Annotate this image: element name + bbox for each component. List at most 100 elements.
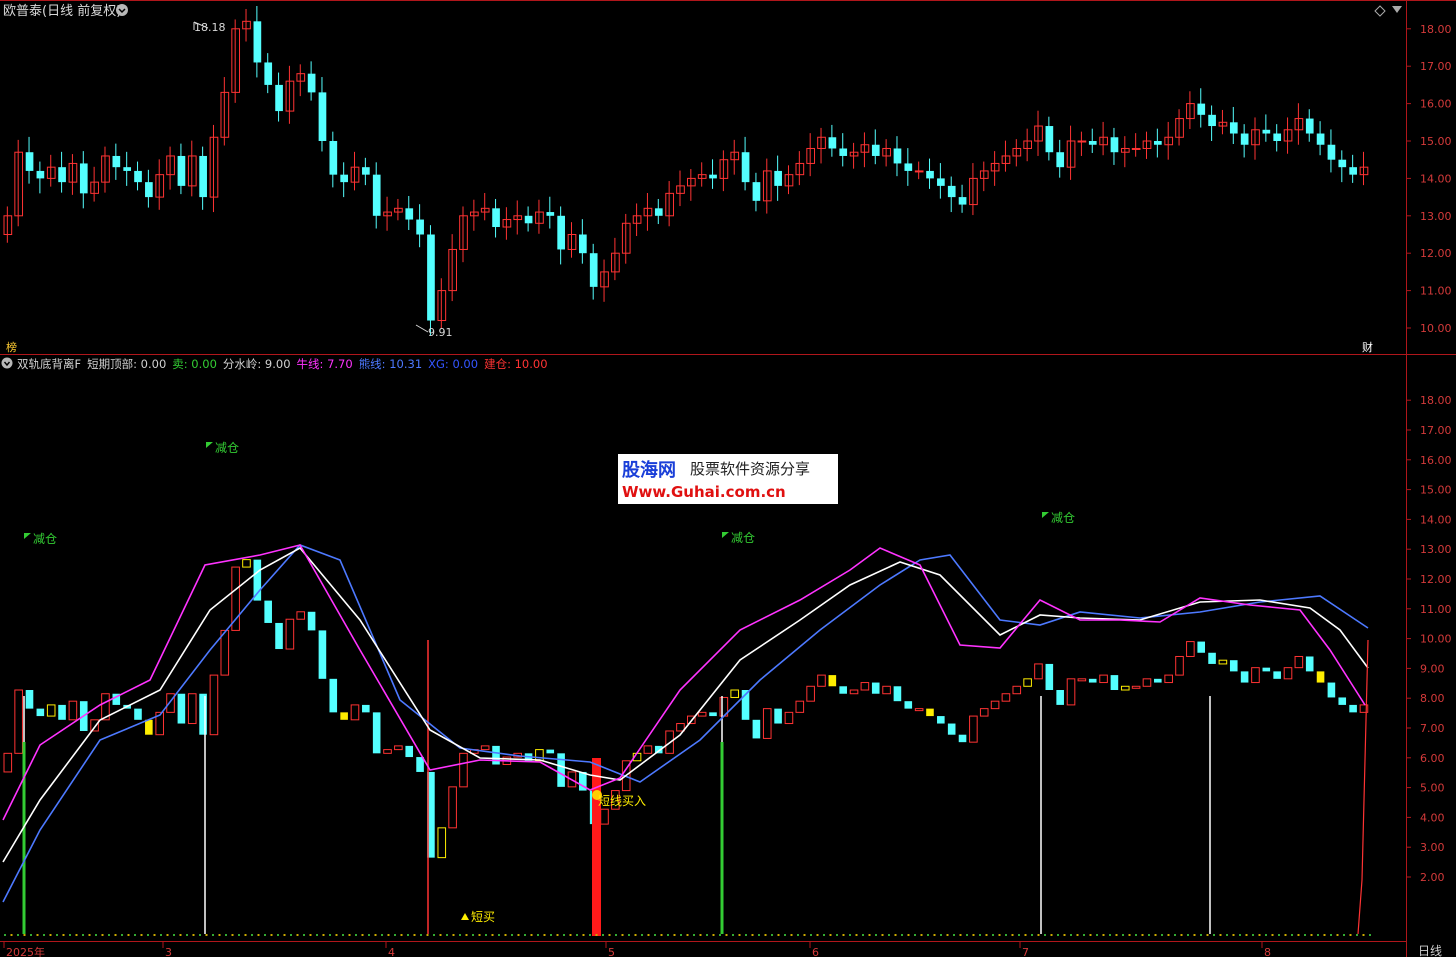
indicator-bar	[1349, 704, 1357, 713]
baseline-dot	[647, 934, 650, 936]
indicator-bar	[492, 745, 500, 765]
indicator-bar	[1001, 693, 1011, 702]
baseline-dot	[920, 934, 923, 936]
baseline-dot	[433, 934, 435, 936]
baseline-dot	[686, 934, 689, 936]
baseline-dot	[1083, 934, 1085, 936]
indicator-bar	[1077, 678, 1087, 682]
triangle-down-icon[interactable]	[1392, 6, 1402, 13]
indicator-bar	[752, 719, 761, 739]
baseline-dot	[238, 934, 240, 936]
indicator-bar	[926, 708, 934, 717]
baseline-dot	[1271, 934, 1274, 936]
candle-body	[589, 253, 598, 287]
baseline-dot	[374, 934, 377, 936]
baseline-dot	[335, 934, 338, 936]
axis-label: 10.00	[1420, 633, 1452, 646]
candle-body	[58, 167, 66, 183]
candle-body	[1273, 133, 1282, 141]
baseline-dot	[368, 934, 370, 936]
indicator-bar	[1338, 697, 1347, 705]
baseline-dot	[654, 934, 656, 936]
baseline-dot	[868, 934, 871, 936]
baseline-dot	[907, 934, 910, 936]
baseline-dot	[1135, 934, 1137, 936]
candle-body	[828, 137, 837, 149]
candle-body	[1316, 133, 1325, 145]
axis-label: 12.00	[1420, 247, 1452, 260]
baseline-dot	[738, 934, 741, 936]
indicator-dropdown-icon[interactable]	[1, 357, 13, 369]
indicator-bar	[448, 786, 457, 829]
candle-body	[1012, 147, 1022, 157]
baseline-dot	[1219, 934, 1222, 936]
baseline-dot	[264, 934, 266, 936]
baseline-dot	[621, 934, 624, 936]
baseline-dot	[608, 934, 611, 936]
axis-label: 11.00	[1420, 603, 1452, 616]
baseline-dot	[901, 934, 903, 936]
indicator-bar	[1294, 655, 1304, 669]
candle-body	[405, 208, 414, 220]
axis-label: 12.00	[1420, 573, 1452, 586]
period-label[interactable]: 日线	[1418, 944, 1442, 957]
mid-line	[2, 546, 1369, 863]
axis-label: 3.00	[1420, 841, 1445, 854]
baseline-dot	[309, 934, 312, 936]
signal-reduce: 减仓	[215, 441, 239, 455]
baseline-dot	[530, 934, 533, 936]
baseline-dot	[667, 934, 669, 936]
baseline-dot	[257, 934, 260, 936]
baseline-dot	[881, 934, 884, 936]
baseline-dot	[1284, 934, 1287, 936]
candle-body	[502, 219, 512, 228]
baseline-dot	[387, 934, 390, 936]
candle-body	[774, 170, 782, 186]
candle-body	[1197, 103, 1206, 115]
diamond-icon[interactable]	[1374, 5, 1386, 17]
baseline-dot	[101, 934, 104, 936]
finance-tag[interactable]: 财	[1362, 340, 1373, 354]
baseline-dot	[1343, 934, 1345, 936]
baseline-dot	[316, 934, 318, 936]
baseline-dot	[166, 934, 169, 936]
baseline-dot	[381, 934, 383, 936]
chart-canvas[interactable]: 欧普泰(日线 前复权) 18.00 17.00 16.00 15.00 14.00 13.…	[0, 0, 1456, 957]
baseline-dot	[777, 934, 780, 936]
axis-label: 18.00	[1420, 23, 1452, 36]
baseline-dot	[1011, 934, 1014, 936]
indicator-bar	[1283, 667, 1293, 680]
baseline-dot	[173, 934, 175, 936]
baseline-dot	[998, 934, 1001, 936]
indicator-bar	[1066, 678, 1076, 706]
baseline-dot	[816, 934, 819, 936]
indicator-bar	[350, 704, 360, 721]
legend-item: 双轨底背离F	[17, 357, 81, 371]
baseline-dot	[589, 934, 591, 936]
baseline-dot	[114, 934, 117, 936]
indicator-bar	[1099, 674, 1108, 684]
baseline-dot	[524, 934, 526, 936]
time-axis: 2025年 3 4 5 6 7 8	[3, 934, 1371, 957]
baseline-dot	[875, 934, 877, 936]
title-dropdown-icon[interactable]	[116, 4, 128, 16]
candle-body	[492, 208, 500, 228]
axis-label: 7.00	[1420, 722, 1445, 735]
indicator-bar	[231, 566, 240, 631]
baseline-dot	[225, 934, 227, 936]
candle-body	[1099, 136, 1108, 146]
indicator-bar	[1327, 682, 1336, 698]
rank-tag[interactable]: 榜	[6, 340, 17, 354]
baseline-dot	[192, 934, 195, 936]
indicator-header: 双轨底背离F 短期顶部: 0.00 卖: 0.00 分水岭: 9.00 牛线: 7.70…	[1, 357, 548, 371]
baseline-dot	[179, 934, 182, 936]
indicator-bar	[882, 685, 891, 695]
candle-body	[1154, 141, 1162, 145]
baseline-dot	[1037, 934, 1040, 936]
candle-body	[275, 84, 283, 112]
baseline-dot	[1063, 934, 1066, 936]
bear-line	[2, 544, 1369, 903]
indicator-bar	[145, 719, 153, 735]
candle-body	[1338, 159, 1347, 168]
candle-body	[1056, 152, 1065, 168]
